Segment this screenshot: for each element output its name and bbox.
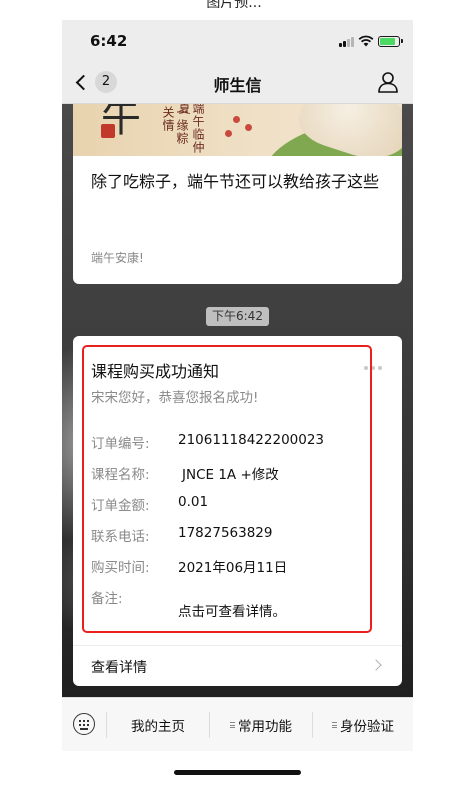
page-title: 师生信 [213,76,262,95]
article-card[interactable]: 午 一缘粽关情 端午临仲夏 除了吃粽子，端午节还可以教给孩子这些 端午安康! [73,104,402,284]
field-label: 课程名称: [91,467,150,483]
nav-bar: 2 师生信 [62,60,413,104]
field-value: JNCE 1A +修改 [182,467,279,483]
wifi-icon [358,35,374,47]
menu-item-label: 常用功能 [238,719,292,735]
banner-poem-line-2: 端午临仲夏 [177,104,205,154]
submenu-icon [332,721,337,730]
top-caption: 图片预... [206,0,262,8]
dragon-boat-banner-image: 午 一缘粽关情 端午临仲夏 [73,104,402,156]
menu-item-my-homepage[interactable]: 我的主页 [107,698,209,752]
message-timestamp: 下午6:42 [206,307,269,326]
home-indicator[interactable] [174,770,301,775]
home-indicator-area [62,751,413,780]
menu-item-label: 我的主页 [131,719,185,735]
user-profile-icon[interactable] [377,71,399,93]
view-details-link[interactable]: 查看详情 [73,645,402,686]
bottom-menu-bar: 我的主页 常用功能 身份验证 [62,697,413,751]
article-title: 除了吃粽子，端午节还可以教给孩子这些 [91,172,380,191]
field-value: 2021年06月11日 [178,560,288,576]
remarks-note: 点击可查看详情。 [178,604,286,620]
keyboard-toggle-button[interactable] [62,698,106,752]
chat-area[interactable]: 午 一缘粽关情 端午临仲夏 除了吃粽子，端午节还可以教给孩子这些 端午安康! 下… [62,104,413,697]
phone-screen: 6:42 2 师生信 午 一缘粽关情 端午临仲夏 除了吃粽子，端午节还可以教给孩… [62,20,413,780]
article-subtitle: 端午安康! [91,251,144,265]
battery-charging-icon [378,36,403,47]
view-details-label: 查看详情 [91,660,147,676]
status-bar: 6:42 [62,20,413,60]
notice-greeting: 宋宋您好，恭喜您报名成功! [91,390,259,406]
field-label: 购买时间: [91,560,150,576]
menu-item-label: 身份验证 [340,719,394,735]
field-label: 订单金额: [91,498,150,514]
field-label: 备注: [91,591,123,607]
menu-item-common-functions[interactable]: 常用功能 [210,698,312,752]
status-time: 6:42 [90,32,128,50]
banner-seal-icon [101,124,115,138]
field-value: 21061118422200023 [178,432,325,448]
notice-title: 课程购买成功通知 [91,362,220,381]
submenu-icon [230,721,235,730]
field-value: 17827563829 [178,525,273,541]
keyboard-icon [73,713,95,735]
purchase-notice-card[interactable]: 课程购买成功通知 宋宋您好，恭喜您报名成功! 订单编号: 21061118422… [73,336,402,686]
menu-item-identity-verification[interactable]: 身份验证 [313,698,413,752]
chevron-right-icon [370,659,382,671]
field-label: 订单编号: [91,436,150,452]
more-options-icon[interactable] [364,366,382,370]
cellular-signal-icon [339,37,355,47]
field-value: 0.01 [178,494,209,510]
field-label: 联系电话: [91,529,150,545]
